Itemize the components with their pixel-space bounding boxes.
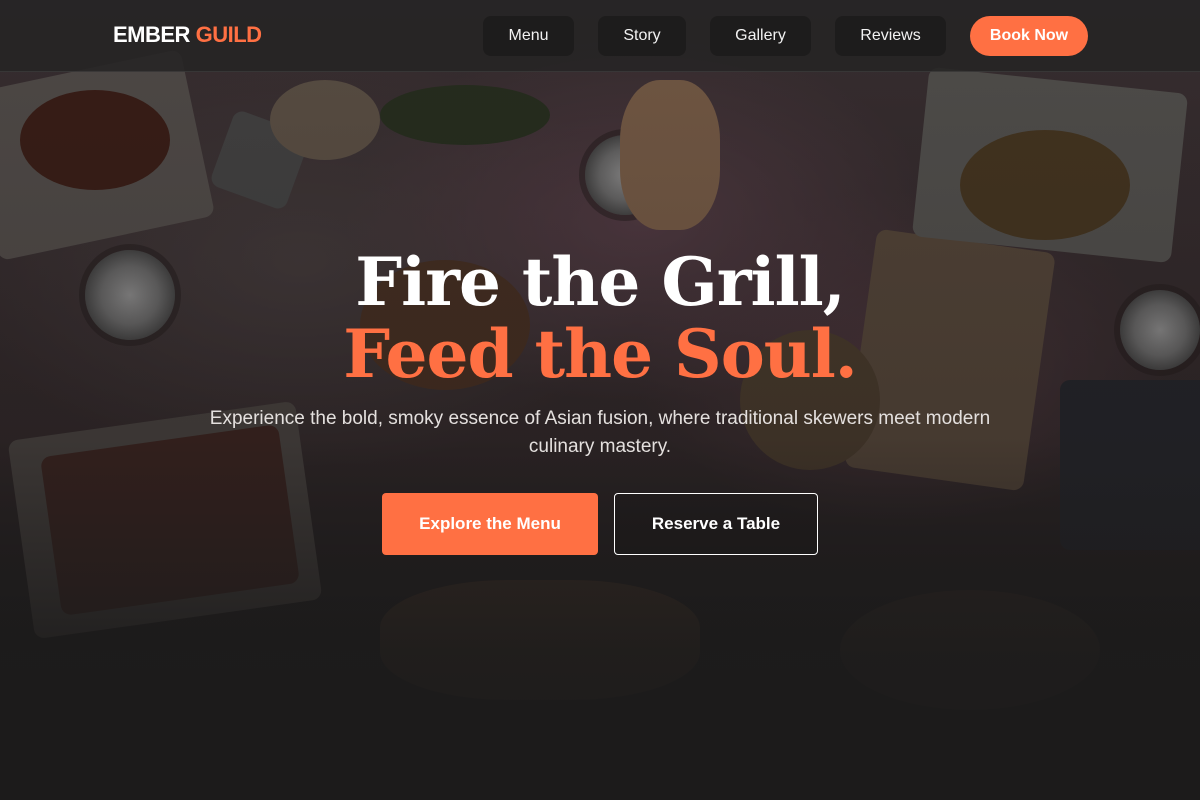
explore-menu-button[interactable]: Explore the Menu <box>382 493 598 555</box>
nav-link-gallery[interactable]: Gallery <box>710 16 811 56</box>
hero-subtitle: Experience the bold, smoky essence of As… <box>209 408 991 457</box>
landing-page: EMBER GUILD Menu Story Gallery Reviews B… <box>0 0 1200 800</box>
nav-link-story[interactable]: Story <box>598 16 686 56</box>
book-now-button[interactable]: Book Now <box>970 16 1088 56</box>
nav-link-menu[interactable]: Menu <box>483 16 574 56</box>
reserve-table-button[interactable]: Reserve a Table <box>614 493 818 555</box>
brand-name-primary: EMBER <box>113 22 190 47</box>
brand-name-accent: GUILD <box>195 22 262 47</box>
hero-headline: Fire the Grill, Feed the Soul. <box>0 246 1200 390</box>
top-navbar: EMBER GUILD Menu Story Gallery Reviews B… <box>0 0 1200 72</box>
hero-background-image <box>0 0 1200 800</box>
nav-link-reviews[interactable]: Reviews <box>835 16 946 56</box>
brand-logo[interactable]: EMBER GUILD <box>113 22 262 48</box>
hero-headline-line2: Feed the Soul. <box>343 315 858 393</box>
hero-headline-line1: Fire the Grill, <box>355 243 845 321</box>
